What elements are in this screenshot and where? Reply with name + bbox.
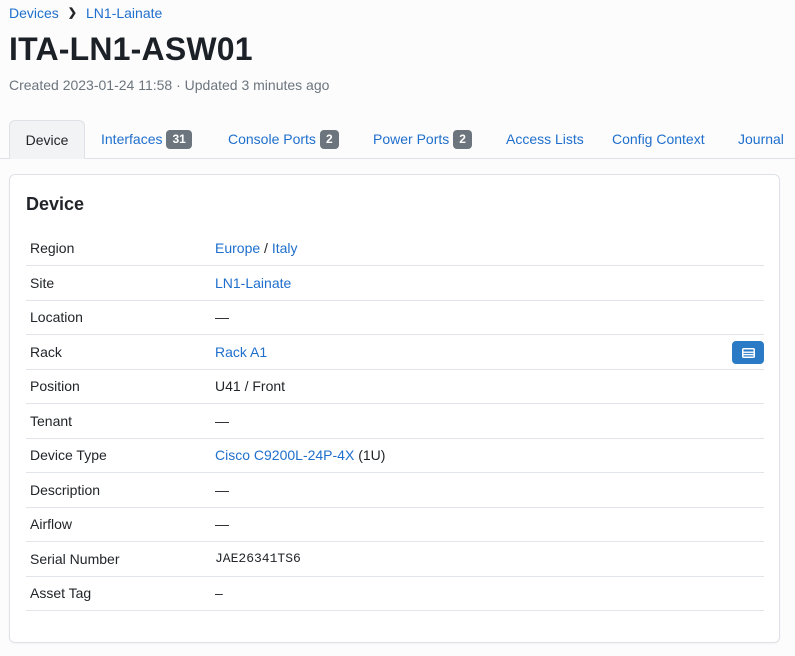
table-row: Location — [26,300,764,335]
tab-label: Access Lists [506,131,584,147]
row-label: Airflow [26,507,211,542]
table-row: Rack Rack A1 [26,334,764,370]
region-separator: / [264,240,268,256]
chevron-right-icon: ❯ [67,7,78,19]
description-value: — [211,472,764,508]
view-rack-button[interactable] [732,341,764,364]
device-type-height: (1U) [358,447,386,464]
row-label: Serial Number [26,541,211,577]
row-value: Cisco C9200L-24P-4X (1U) [211,438,764,473]
count-badge: 2 [319,130,339,149]
row-value: LN1-Lainate [211,265,764,301]
tenant-value: — [211,403,764,439]
table-row: Airflow — [26,507,764,542]
tab-bar: Device Interfaces 31 Console Ports 2 Power… [0,120,795,159]
tab-label: Console Ports [228,131,316,147]
row-label: Rack [26,334,211,370]
row-label: Device Type [26,438,211,473]
row-value: Europe / Italy [211,231,764,266]
row-label: Position [26,369,211,404]
rack-link[interactable]: Rack A1 [215,344,267,360]
tab-label: Config Context [612,131,705,147]
device-attributes-table: Region Europe / Italy Site LN1-Lainate L… [26,231,764,611]
page-meta: Created 2023-01-24 11:58 · Updated 3 min… [9,77,330,93]
asset-tag-value: – [211,576,764,611]
tab-label: Journal [738,131,784,147]
table-row: Device Type Cisco C9200L-24P-4X (1U) [26,438,764,473]
tab-console-ports[interactable]: Console Ports 2 [228,120,339,158]
breadcrumb-devices-link[interactable]: Devices [9,5,59,22]
airflow-value: — [211,507,764,542]
table-row: Serial Number JAE26341TS6 [26,541,764,577]
count-badge: 2 [453,130,472,149]
tab-journal[interactable]: Journal [738,120,784,158]
subregion-link[interactable]: Italy [272,240,298,256]
table-row: Tenant — [26,403,764,439]
count-badge: 31 [166,130,192,149]
position-value: U41 / Front [211,369,764,404]
tab-access-lists[interactable]: Access Lists [506,120,584,158]
device-card: Device Region Europe / Italy Site LN1-La… [9,174,780,643]
site-link[interactable]: LN1-Lainate [215,275,291,291]
tab-label: Device [25,132,69,148]
row-label: Site [26,265,211,301]
tab-label: Interfaces [101,131,163,147]
row-label: Tenant [26,403,211,439]
rack-icon [741,347,755,358]
serial-number-value: JAE26341TS6 [211,541,764,577]
breadcrumb: Devices ❯ LN1-Lainate [9,5,162,22]
tab-interfaces[interactable]: Interfaces 31 [101,120,192,158]
table-row: Position U41 / Front [26,369,764,404]
location-value: — [211,300,764,335]
row-value: Rack A1 [211,334,764,370]
table-row: Asset Tag – [26,576,764,611]
region-link[interactable]: Europe [215,240,260,256]
table-row: Site LN1-Lainate [26,265,764,301]
row-label: Asset Tag [26,576,211,611]
row-label: Location [26,300,211,335]
card-title: Device [26,194,85,214]
row-label: Region [26,231,211,266]
device-type-link[interactable]: Cisco C9200L-24P-4X [215,447,354,463]
page-title: ITA-LN1-ASW01 [9,31,253,67]
table-row: Region Europe / Italy [26,231,764,266]
tab-label: Power Ports [373,131,450,147]
row-label: Description [26,472,211,508]
tab-config-context[interactable]: Config Context [612,120,705,158]
table-row: Description — [26,472,764,508]
breadcrumb-site-link[interactable]: LN1-Lainate [86,5,162,22]
tab-power-ports[interactable]: Power Ports 2 [373,120,472,158]
tab-device[interactable]: Device [9,120,85,159]
